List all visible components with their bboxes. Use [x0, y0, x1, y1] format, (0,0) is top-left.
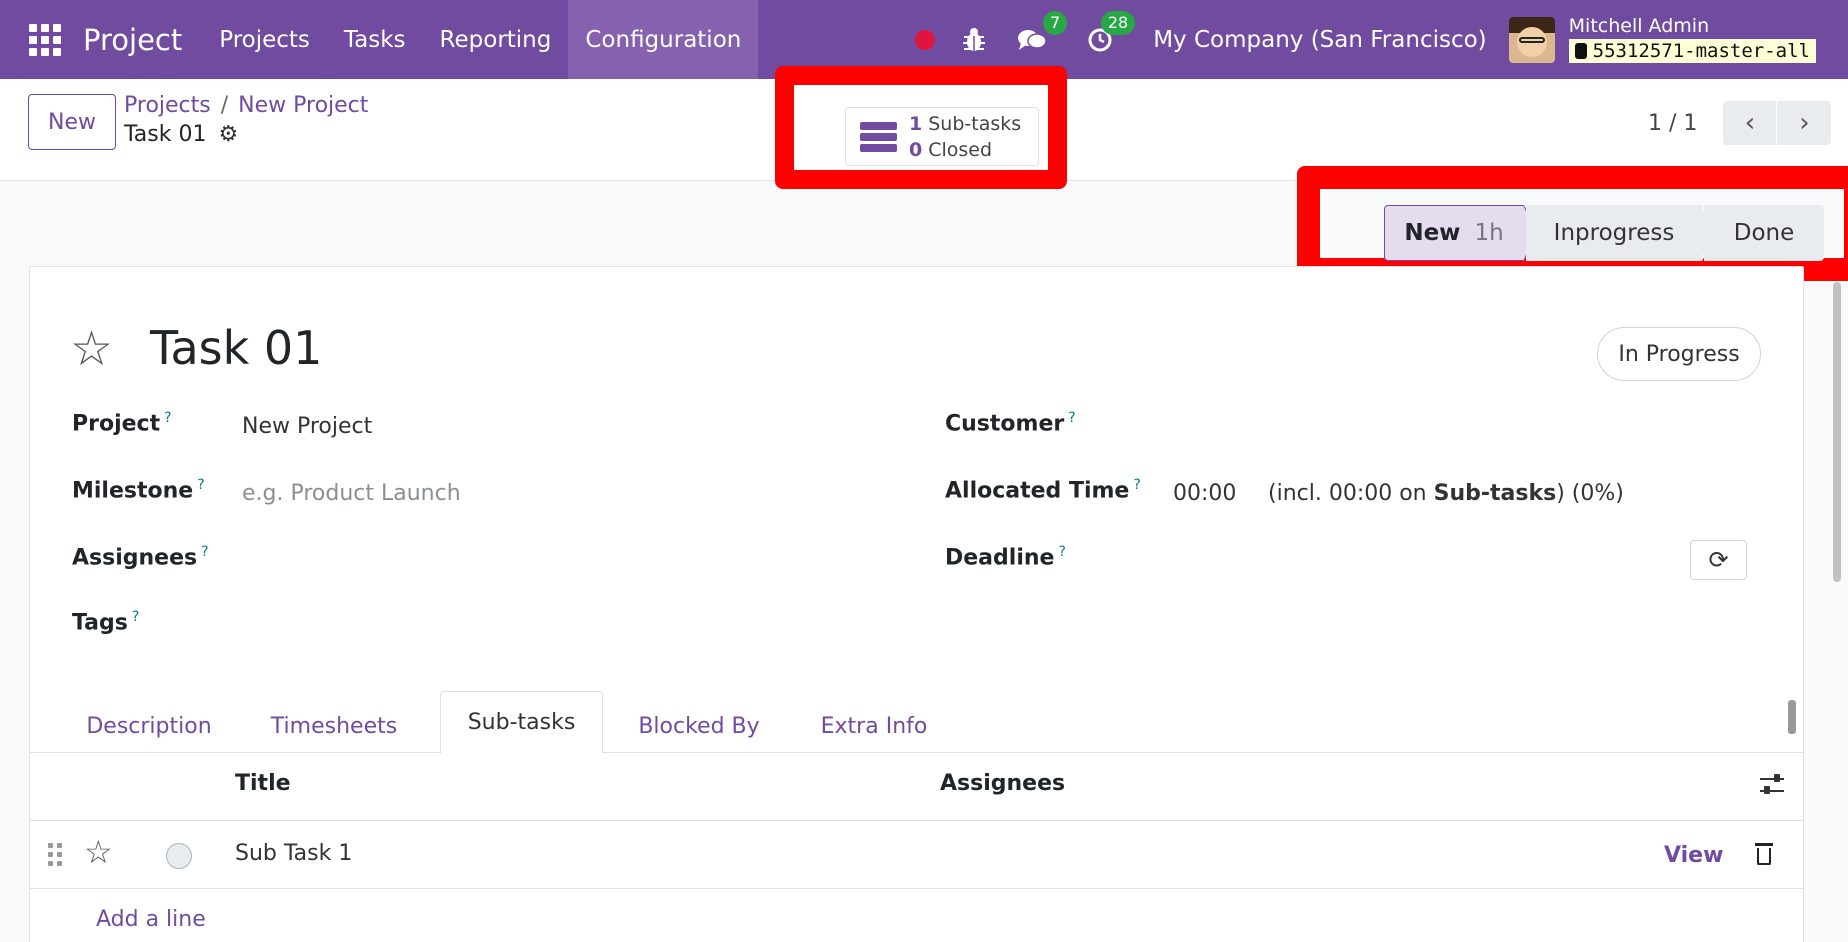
project-label: Project? — [72, 410, 172, 437]
breadcrumb: Projects / New Project — [124, 93, 368, 118]
task-state-button[interactable]: In Progress — [1597, 327, 1761, 381]
deadline-label: Deadline? — [945, 544, 1066, 571]
refresh-button[interactable]: ⟳ — [1690, 540, 1747, 580]
project-field[interactable]: New Project — [242, 414, 372, 439]
chat-count-badge: 7 — [1043, 10, 1068, 35]
subtasks-highlight-box: 1 Sub-tasks 0 Closed — [775, 66, 1067, 189]
database-badge: 55312571-master-all — [1568, 39, 1816, 63]
subtasks-table-header: Title Assignees — [30, 753, 1803, 821]
breadcrumb-new-project[interactable]: New Project — [238, 93, 368, 118]
subtasks-count: 1 — [909, 112, 923, 135]
column-assignees[interactable]: Assignees — [940, 771, 1065, 796]
pager-next-button[interactable]: › — [1777, 101, 1832, 145]
recording-dot-icon[interactable] — [915, 29, 936, 50]
allocated-time-note: (incl. 00:00 on Sub-tasks) (0%) — [1268, 481, 1624, 506]
menu-tasks[interactable]: Tasks — [327, 0, 423, 79]
allocated-time-label: Allocated Time? — [945, 477, 1141, 504]
menu-projects[interactable]: Projects — [202, 0, 327, 79]
drag-handle-icon[interactable] — [48, 843, 62, 867]
stage-new[interactable]: New 1h — [1384, 205, 1524, 261]
stage-new-duration: 1h — [1474, 220, 1504, 246]
user-avatar[interactable] — [1508, 16, 1555, 63]
stage-inprogress[interactable]: Inprogress — [1526, 205, 1702, 261]
task-title[interactable]: Task 01 — [150, 321, 322, 375]
customer-label: Customer? — [945, 410, 1076, 437]
subtasks-label: Sub-tasks — [928, 112, 1022, 135]
help-tooltip-icon[interactable]: ? — [164, 410, 171, 426]
stage-new-label: New — [1404, 220, 1461, 246]
favorite-star-icon[interactable]: ☆ — [70, 321, 113, 377]
tab-sub-tasks[interactable]: Sub-tasks — [440, 691, 603, 754]
help-tooltip-icon[interactable]: ? — [1133, 477, 1140, 493]
database-icon — [1574, 43, 1587, 59]
activity-clock-icon[interactable]: 28 — [1085, 10, 1136, 55]
debug-bug-icon[interactable] — [959, 25, 989, 55]
table-row[interactable]: ☆ Sub Task 1 View — [30, 821, 1803, 889]
tab-timesheets[interactable]: Timesheets — [256, 699, 412, 753]
chat-icon[interactable]: 7 — [1017, 10, 1068, 55]
notebook-tabs: Description Timesheets Sub-tasks Blocked… — [30, 687, 1803, 754]
chevron-left-icon: ‹ — [1744, 108, 1756, 138]
status-bar-highlight-box: New 1h Inprogress Done — [1297, 166, 1848, 281]
page-scrollbar[interactable] — [1830, 266, 1844, 586]
new-button[interactable]: New — [28, 94, 116, 150]
menu-configuration[interactable]: Configuration — [568, 0, 759, 79]
subtasks-stat-button[interactable]: 1 Sub-tasks 0 Closed — [845, 107, 1039, 166]
row-star-icon[interactable]: ☆ — [84, 833, 113, 871]
add-line-link[interactable]: Add a line — [96, 907, 206, 932]
row-state-circle-icon[interactable] — [166, 843, 192, 869]
view-button[interactable]: View — [1664, 843, 1723, 868]
inner-scrollbar[interactable] — [1785, 686, 1799, 750]
current-record-name: Task 01 — [124, 122, 207, 147]
app-brand[interactable]: Project — [83, 23, 182, 57]
column-settings-icon[interactable] — [1760, 773, 1784, 797]
closed-label: Closed — [928, 138, 993, 161]
help-tooltip-icon[interactable]: ? — [1058, 544, 1065, 560]
refresh-icon: ⟳ — [1708, 546, 1729, 574]
help-tooltip-icon[interactable]: ? — [132, 609, 139, 625]
trash-icon[interactable] — [1755, 843, 1773, 865]
milestone-field[interactable]: e.g. Product Launch — [242, 481, 461, 506]
help-tooltip-icon[interactable]: ? — [1068, 410, 1075, 426]
database-name: 55312571-master-all — [1592, 40, 1810, 62]
allocated-time-field[interactable]: 00:00 — [1173, 481, 1236, 506]
assignees-label: Assignees? — [72, 544, 209, 571]
apps-grid-icon[interactable] — [29, 23, 61, 56]
activity-count-badge: 28 — [1100, 10, 1136, 35]
tab-description[interactable]: Description — [76, 699, 222, 753]
company-switcher[interactable]: My Company (San Francisco) — [1153, 27, 1486, 53]
tags-label: Tags? — [72, 609, 140, 636]
gear-icon[interactable]: ⚙ — [218, 122, 238, 147]
user-menu[interactable]: Mitchell Admin 55312571-master-all — [1568, 15, 1816, 63]
menu-reporting[interactable]: Reporting — [423, 0, 569, 79]
subtask-title[interactable]: Sub Task 1 — [235, 841, 352, 866]
form-sheet: ☆ Task 01 In Progress Project? New Proje… — [29, 266, 1804, 942]
chevron-right-icon: › — [1799, 108, 1810, 138]
tab-extra-info[interactable]: Extra Info — [804, 699, 944, 753]
help-tooltip-icon[interactable]: ? — [201, 544, 208, 560]
help-tooltip-icon[interactable]: ? — [197, 477, 204, 493]
subtasks-list-icon — [860, 121, 897, 152]
user-name: Mitchell Admin — [1568, 15, 1710, 37]
pager-value[interactable]: 1 / 1 — [1648, 111, 1697, 136]
pager: 1 / 1 ‹ › — [1648, 101, 1832, 145]
stage-done[interactable]: Done — [1704, 205, 1824, 261]
column-title[interactable]: Title — [235, 771, 291, 796]
milestone-label: Milestone? — [72, 477, 205, 504]
closed-count: 0 — [909, 138, 923, 161]
pager-previous-button[interactable]: ‹ — [1723, 101, 1778, 145]
breadcrumb-projects[interactable]: Projects — [124, 93, 211, 118]
tab-blocked-by[interactable]: Blocked By — [626, 699, 772, 753]
breadcrumb-current: Task 01 ⚙ — [124, 122, 238, 147]
breadcrumb-separator: / — [220, 93, 229, 118]
